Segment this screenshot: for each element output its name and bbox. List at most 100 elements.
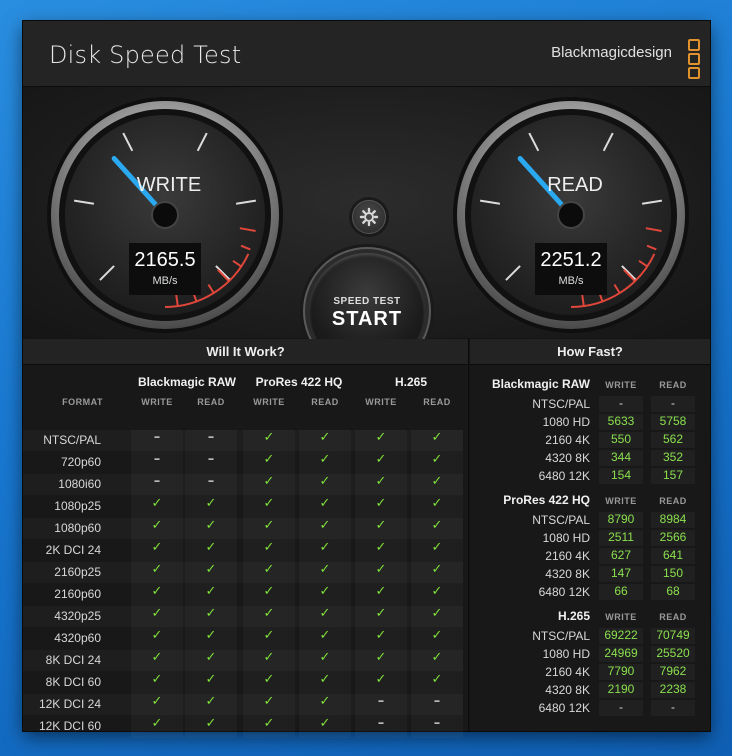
- check-icon: ✓: [431, 606, 443, 621]
- check-icon: ✓: [151, 650, 163, 665]
- read-gauge-label: READ: [547, 174, 603, 196]
- check-icon: ✓: [319, 496, 331, 511]
- format-label: 1080i60: [58, 477, 101, 491]
- check-icon: ✓: [151, 518, 163, 533]
- check-icon: ✓: [431, 496, 443, 511]
- format-label: 8K DCI 60: [45, 675, 101, 689]
- read-fps-value: -: [651, 396, 695, 412]
- settings-button[interactable]: [352, 200, 386, 234]
- check-icon: ✓: [205, 540, 217, 555]
- check-icon: ✓: [319, 606, 331, 621]
- read-column-header: READ: [659, 380, 687, 390]
- will-it-work-panel: Will It Work? Blackmagic RAW WRITE READ Pro…: [23, 339, 469, 733]
- title-bar: Disk Speed Test Blackmagicdesign: [23, 21, 710, 87]
- write-fps-value: -: [599, 396, 643, 412]
- check-icon: ✓: [319, 672, 331, 687]
- read-fps-value: 352: [651, 450, 695, 466]
- read-fps-value: 150: [651, 566, 695, 582]
- resolution-label: 2160 4K: [545, 433, 590, 447]
- format-label: 4320p60: [54, 631, 101, 645]
- write-speed-value: 2165.5: [134, 249, 196, 271]
- read-fps-value: 641: [651, 548, 695, 564]
- gauge-area: WRITE 2165.5 MB/s SPEED TEST START READ …: [23, 87, 710, 369]
- will-it-work-title: Will It Work?: [23, 339, 468, 365]
- read-fps-value: 5758: [651, 414, 695, 430]
- check-icon: ✓: [375, 628, 387, 643]
- write-fps-value: 550: [599, 432, 643, 448]
- check-icon: ✓: [375, 650, 387, 665]
- dash-icon: –: [377, 694, 385, 709]
- check-icon: ✓: [375, 606, 387, 621]
- write-fps-value: -: [599, 700, 643, 716]
- resolution-label: 6480 12K: [538, 585, 590, 599]
- resolution-label: 4320 8K: [545, 683, 590, 697]
- write-column-header: WRITE: [605, 496, 637, 506]
- start-button-caption: SPEED TEST: [333, 296, 401, 307]
- format-label: 1080p60: [54, 521, 101, 535]
- format-label: 2160p25: [54, 565, 101, 579]
- resolution-label: NTSC/PAL: [532, 513, 590, 527]
- write-fps-value: 7790: [599, 664, 643, 680]
- resolution-label: 2160 4K: [545, 549, 590, 563]
- check-icon: ✓: [263, 672, 275, 687]
- format-label: 2K DCI 24: [45, 543, 101, 557]
- check-icon: ✓: [375, 672, 387, 687]
- check-icon: ✓: [263, 474, 275, 489]
- write-column-header: WRITE: [141, 397, 173, 407]
- dash-icon: –: [433, 694, 441, 709]
- check-icon: ✓: [205, 672, 217, 687]
- check-icon: ✓: [151, 716, 163, 731]
- check-icon: ✓: [151, 606, 163, 621]
- dash-icon: –: [153, 452, 161, 467]
- how-fast-title: How Fast?: [470, 339, 710, 365]
- write-fps-value: 24969: [599, 646, 643, 662]
- start-button-label: START: [331, 308, 403, 330]
- check-icon: ✓: [263, 606, 275, 621]
- write-gauge-label: WRITE: [136, 174, 202, 196]
- read-gauge-dial: [453, 97, 689, 333]
- check-icon: ✓: [151, 694, 163, 709]
- check-icon: ✓: [205, 650, 217, 665]
- app-title: Disk Speed Test: [49, 41, 242, 69]
- check-icon: ✓: [151, 540, 163, 555]
- check-icon: ✓: [431, 650, 443, 665]
- format-label: 2160p60: [54, 587, 101, 601]
- check-icon: ✓: [431, 562, 443, 577]
- check-icon: ✓: [431, 584, 443, 599]
- check-icon: ✓: [319, 562, 331, 577]
- write-fps-value: 5633: [599, 414, 643, 430]
- check-icon: ✓: [151, 672, 163, 687]
- check-icon: ✓: [263, 430, 275, 445]
- dash-icon: –: [153, 474, 161, 489]
- dash-icon: –: [153, 430, 161, 445]
- check-icon: ✓: [319, 650, 331, 665]
- write-readout: 2165.5 MB/s: [129, 243, 201, 295]
- how-fast-section-title: H.265: [557, 609, 590, 623]
- write-gauge: WRITE 2165.5 MB/s: [45, 95, 285, 335]
- read-speed-value: 2251.2: [540, 249, 602, 271]
- write-hub: [151, 201, 179, 229]
- write-fps-value: 154: [599, 468, 643, 484]
- resolution-label: 1080 HD: [542, 415, 590, 429]
- check-icon: ✓: [375, 584, 387, 599]
- check-icon: ✓: [151, 584, 163, 599]
- resolution-label: 1080 HD: [542, 531, 590, 545]
- dash-icon: –: [207, 430, 215, 445]
- format-label: 12K DCI 24: [38, 697, 101, 711]
- read-speed-unit: MB/s: [558, 275, 584, 287]
- resolution-label: 1080 HD: [542, 647, 590, 661]
- check-icon: ✓: [205, 606, 217, 621]
- brand-wordmark: Blackmagicdesign: [551, 44, 672, 61]
- write-fps-value: 2511: [599, 530, 643, 546]
- check-icon: ✓: [431, 518, 443, 533]
- check-icon: ✓: [375, 540, 387, 555]
- check-icon: ✓: [205, 628, 217, 643]
- check-icon: ✓: [205, 562, 217, 577]
- check-icon: ✓: [205, 584, 217, 599]
- group-header: Blackmagic RAW: [137, 375, 237, 389]
- check-icon: ✓: [431, 430, 443, 445]
- dash-icon: –: [207, 452, 215, 467]
- read-fps-value: 25520: [651, 646, 695, 662]
- read-fps-value: 70749: [651, 628, 695, 644]
- check-icon: ✓: [319, 694, 331, 709]
